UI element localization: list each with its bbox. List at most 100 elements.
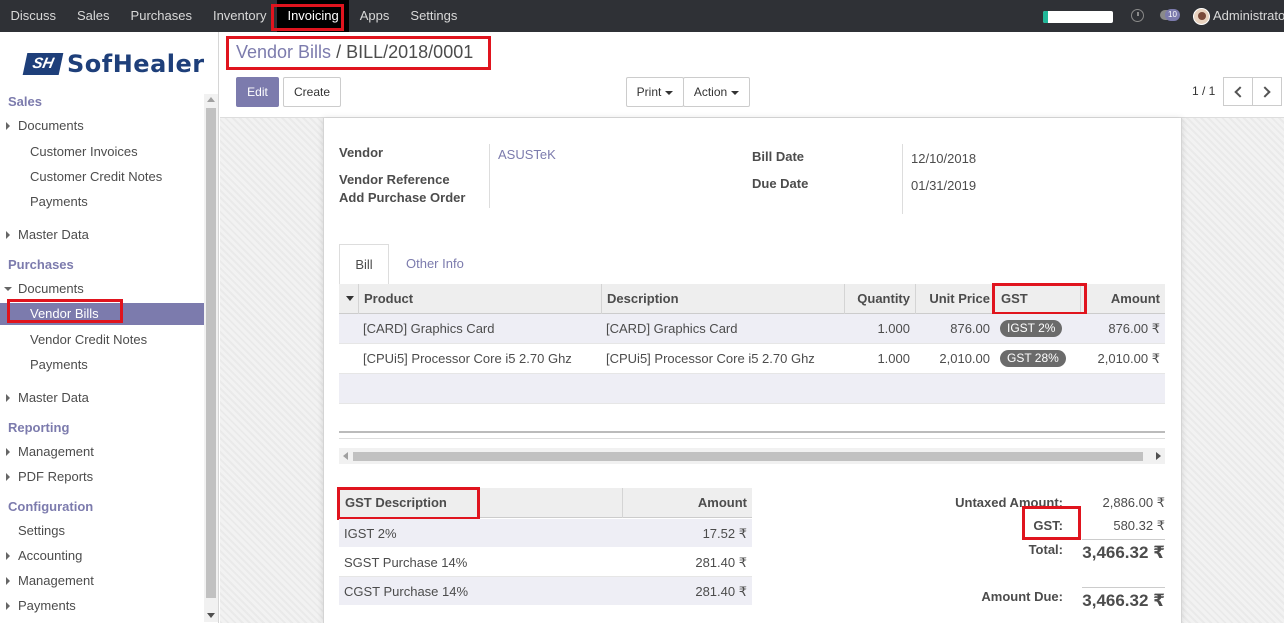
chevron-right-icon	[1259, 86, 1271, 98]
sidebar-scroll-thumb[interactable]	[206, 108, 216, 598]
sidebar-item-sales-documents[interactable]: Documents	[18, 118, 84, 133]
column-header-amount[interactable]: Amount	[1080, 284, 1160, 314]
gst-table-header: GST Description Amount	[339, 488, 752, 518]
gst-total-value: 580.32 ₹	[1113, 518, 1165, 533]
totals-divider	[1082, 539, 1165, 540]
section-configuration: Configuration	[8, 499, 94, 514]
column-header-unit-price[interactable]: Unit Price	[915, 284, 990, 314]
lines-table-header: Product Description Quantity Unit Price …	[339, 284, 1165, 314]
caret-right-icon	[6, 473, 10, 481]
sidebar-scrollbar[interactable]	[204, 94, 218, 622]
sidebar-item-config-management[interactable]: Management	[18, 573, 94, 588]
line-quantity: 1.000	[877, 351, 910, 366]
sidebar-item-vendor-credit-notes[interactable]: Vendor Credit Notes	[30, 332, 147, 347]
column-header-gst[interactable]: GST	[1001, 284, 1028, 314]
caret-right-icon	[6, 231, 10, 239]
sidebar-item-config-payments[interactable]: Payments	[18, 598, 76, 613]
sidebar-item-purchases-master-data[interactable]: Master Data	[18, 390, 89, 405]
table-row[interactable]: [CPUi5] Processor Core i5 2.70 Ghz [CPUi…	[339, 344, 1165, 374]
company-logo[interactable]: SH SofHealer	[22, 49, 205, 79]
due-date-value: 01/31/2019	[911, 178, 977, 193]
divider	[902, 144, 903, 214]
caret-right-icon	[6, 602, 10, 610]
caret-down-icon	[4, 287, 12, 291]
table-row: SGST Purchase 14% 281.40 ₹	[339, 548, 752, 577]
scroll-right-icon[interactable]	[1156, 452, 1161, 460]
column-header-description[interactable]: Description	[607, 284, 679, 314]
sidebar-item-sales-master-data[interactable]: Master Data	[18, 227, 89, 242]
line-product: [CPUi5] Processor Core i5 2.70 Ghz	[363, 351, 572, 366]
pager-next-button[interactable]	[1252, 77, 1282, 106]
print-button[interactable]: Print	[626, 77, 684, 107]
bill-date-label: Bill Date	[752, 149, 805, 164]
column-header-product[interactable]: Product	[364, 284, 413, 314]
menu-invoicing[interactable]: Invoicing	[276, 0, 350, 32]
gst-row-amount: 281.40 ₹	[695, 584, 747, 599]
sidebar-item-management[interactable]: Management	[18, 444, 94, 459]
sidebar-item-pdf-reports[interactable]: PDF Reports	[18, 469, 93, 484]
line-unit-price: 876.00	[950, 321, 990, 336]
total-label: Total:	[1028, 542, 1063, 557]
progress-bar[interactable]	[1043, 11, 1113, 23]
menu-discuss[interactable]: Discuss	[0, 0, 67, 32]
caret-right-icon	[6, 552, 10, 560]
sidebar-item-vendor-bills[interactable]: Vendor Bills	[30, 306, 99, 321]
menu-settings[interactable]: Settings	[400, 0, 468, 32]
sidebar-item-sales-payments[interactable]: Payments	[30, 194, 88, 209]
table-row[interactable]: [CARD] Graphics Card [CARD] Graphics Car…	[339, 314, 1165, 344]
sidebar-item-purchases-payments[interactable]: Payments	[30, 357, 88, 372]
section-sales: Sales	[8, 94, 42, 109]
action-button[interactable]: Action	[683, 77, 750, 107]
line-amount: 2,010.00 ₹	[1097, 351, 1161, 366]
caret-down-icon[interactable]	[346, 296, 354, 301]
gst-row-description: CGST Purchase 14%	[344, 584, 469, 599]
create-button[interactable]: Create	[283, 77, 341, 107]
breadcrumb-parent[interactable]: Vendor Bills	[236, 42, 331, 62]
table-row-empty[interactable]	[339, 374, 1165, 404]
breadcrumb-current: BILL/2018/0001	[346, 42, 474, 62]
amount-due-label: Amount Due:	[981, 589, 1063, 604]
gst-tag: IGST 2%	[1000, 320, 1063, 337]
caret-right-icon	[6, 394, 10, 402]
vendor-value[interactable]: ASUSTeK	[498, 147, 556, 162]
tab-bill[interactable]: Bill	[339, 244, 389, 285]
tab-other-info[interactable]: Other Info	[406, 256, 464, 271]
table-row: IGST 2% 17.52 ₹	[339, 519, 752, 548]
edit-button[interactable]: Edit	[236, 77, 279, 107]
column-header-quantity[interactable]: Quantity	[844, 284, 910, 314]
sidebar-item-customer-credit-notes[interactable]: Customer Credit Notes	[30, 169, 162, 184]
clock-icon[interactable]	[1131, 9, 1144, 22]
avatar[interactable]	[1193, 8, 1210, 25]
sidebar: SH SofHealer Sales Documents Customer In…	[0, 32, 219, 623]
section-purchases: Purchases	[8, 257, 74, 272]
scroll-up-icon[interactable]	[207, 97, 215, 102]
sidebar-item-customer-invoices[interactable]: Customer Invoices	[30, 144, 138, 159]
menu-purchases[interactable]: Purchases	[120, 0, 202, 32]
gst-row-amount: 17.52 ₹	[702, 526, 747, 541]
scroll-left-icon[interactable]	[343, 452, 348, 460]
totals-divider	[1082, 587, 1165, 588]
sidebar-item-settings[interactable]: Settings	[18, 523, 65, 538]
scroll-down-icon[interactable]	[207, 613, 215, 618]
total-value: 3,466.32 ₹	[1082, 543, 1165, 562]
line-quantity: 1.000	[877, 321, 910, 336]
line-description: [CPUi5] Processor Core i5 2.70 Ghz	[606, 351, 815, 366]
line-description: [CARD] Graphics Card	[606, 321, 738, 336]
sidebar-item-accounting[interactable]: Accounting	[18, 548, 82, 563]
user-menu[interactable]: Administrator	[1213, 0, 1284, 32]
breadcrumb: Vendor Bills / BILL/2018/0001	[236, 42, 473, 63]
chat-count-badge: 10	[1165, 9, 1180, 21]
menu-sales[interactable]: Sales	[67, 0, 121, 32]
chevron-left-icon	[1234, 86, 1246, 98]
menu-inventory[interactable]: Inventory	[202, 0, 276, 32]
progress-fill	[1043, 11, 1048, 23]
caret-right-icon	[6, 577, 10, 585]
pager-value[interactable]: 1 / 1	[1192, 84, 1215, 98]
lines-horizontal-scrollbar[interactable]	[339, 448, 1165, 464]
line-amount: 876.00 ₹	[1108, 321, 1160, 336]
sidebar-item-purchases-documents[interactable]: Documents	[18, 281, 84, 296]
pager-previous-button[interactable]	[1223, 77, 1253, 106]
column-separator	[994, 284, 995, 314]
menu-apps[interactable]: Apps	[349, 0, 400, 32]
horizontal-scroll-thumb[interactable]	[353, 452, 1143, 461]
